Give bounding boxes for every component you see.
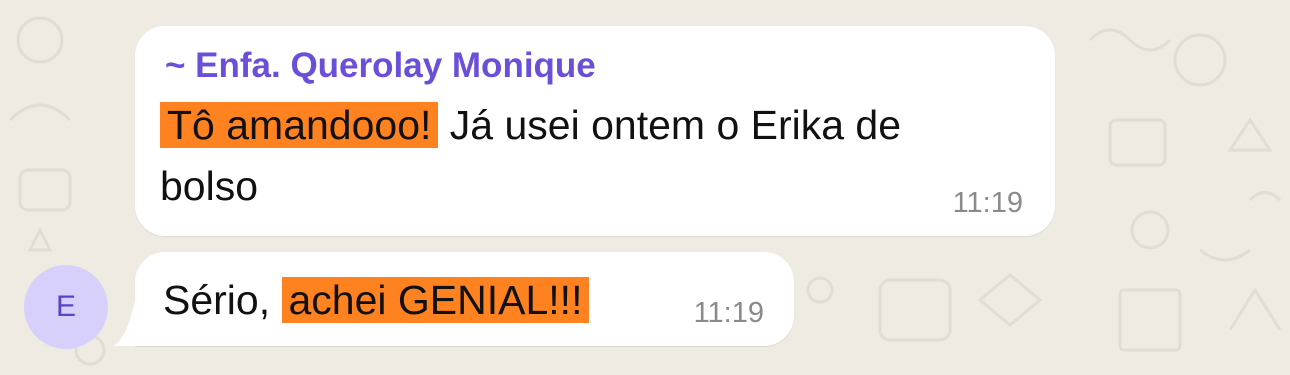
highlighted-text: Tô amandooo! [160, 102, 439, 148]
message-text-line: bolso [160, 163, 259, 209]
message-text: Já usei ontem o Erika de [438, 102, 902, 148]
message-bubble-incoming[interactable]: ~ Enfa. Querolay Monique Tô amandooo! Já… [135, 26, 1055, 236]
message-text: Sério, [163, 277, 282, 323]
message-timestamp: 11:19 [693, 297, 764, 329]
sender-name[interactable]: ~ Enfa. Querolay Monique [165, 46, 596, 86]
message-text-line: Tô amandooo! Já usei ontem o Erika de [160, 97, 901, 153]
message-bubble-incoming[interactable]: Sério, achei GENIAL!!! 11:19 [135, 252, 794, 346]
message-timestamp: 11:19 [952, 187, 1023, 219]
sender-avatar[interactable]: E [24, 265, 108, 349]
highlighted-text: achei GENIAL!!! [281, 277, 590, 323]
message-text-line: Sério, achei GENIAL!!! [163, 272, 590, 328]
